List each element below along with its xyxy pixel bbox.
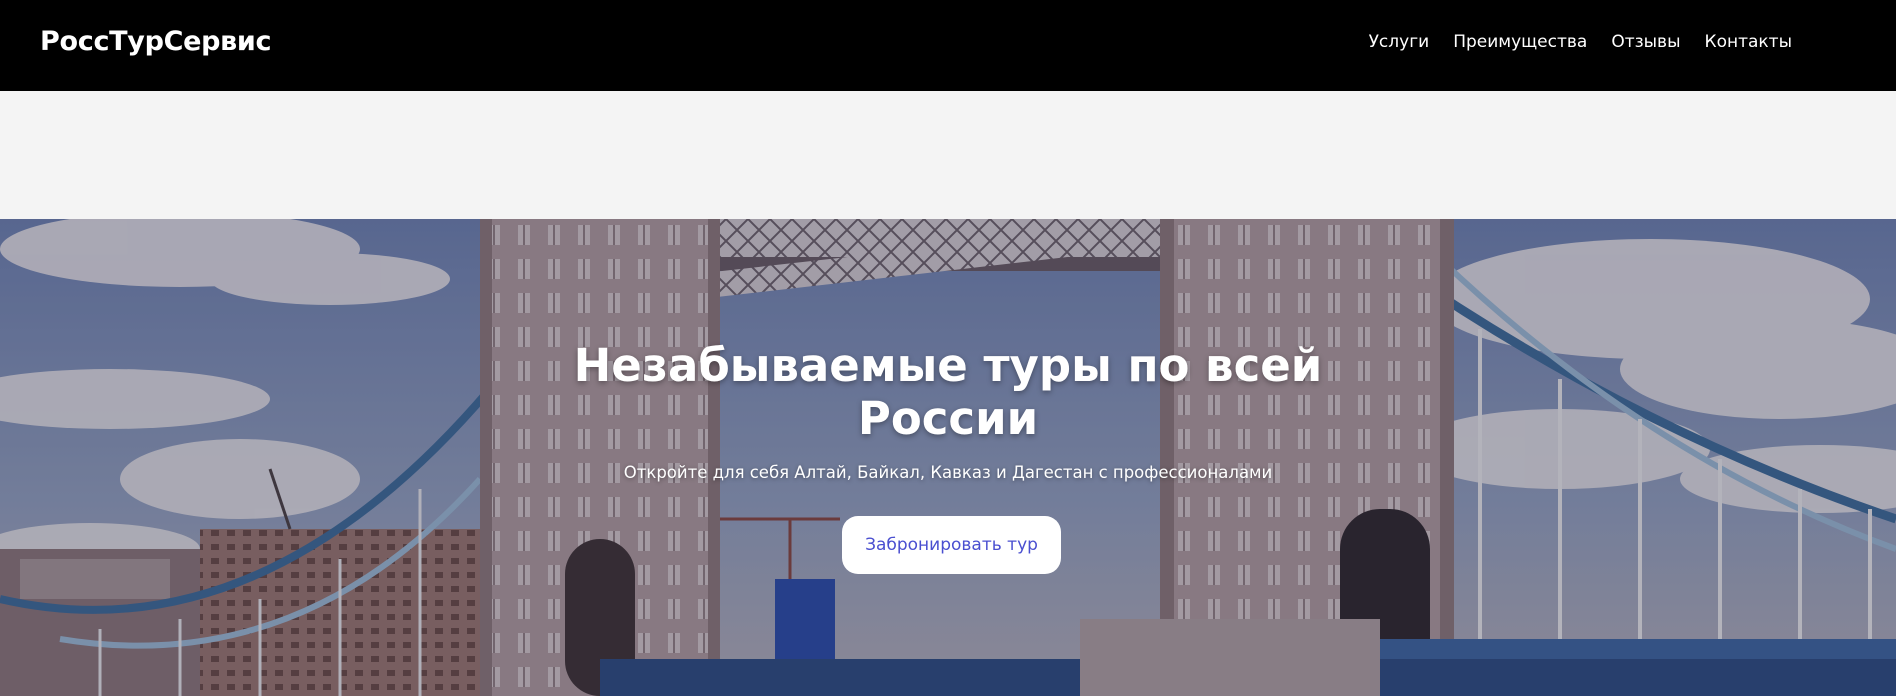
nav-link-services[interactable]: Услуги [1369, 32, 1430, 52]
spacer-band [0, 91, 1896, 219]
nav-link-advantages[interactable]: Преимущества [1453, 32, 1587, 52]
site-logo[interactable]: РоссТурСервис [40, 26, 272, 57]
site-header: РоссТурСервис Услуги Преимущества Отзывы… [0, 0, 1896, 91]
hero-content: Незабываемые туры по всей России Откройт… [0, 219, 1896, 696]
nav-link-contacts[interactable]: Контакты [1705, 32, 1793, 52]
main-nav: Услуги Преимущества Отзывы Контакты [1369, 32, 1792, 52]
book-tour-button[interactable]: Забронировать тур [842, 516, 1061, 574]
hero-title: Незабываемые туры по всей России [573, 339, 1323, 445]
hero-section: Незабываемые туры по всей России Откройт… [0, 219, 1896, 696]
hero-subtitle: Откройте для себя Алтай, Байкал, Кавказ … [623, 463, 1273, 482]
nav-link-reviews[interactable]: Отзывы [1611, 32, 1680, 52]
